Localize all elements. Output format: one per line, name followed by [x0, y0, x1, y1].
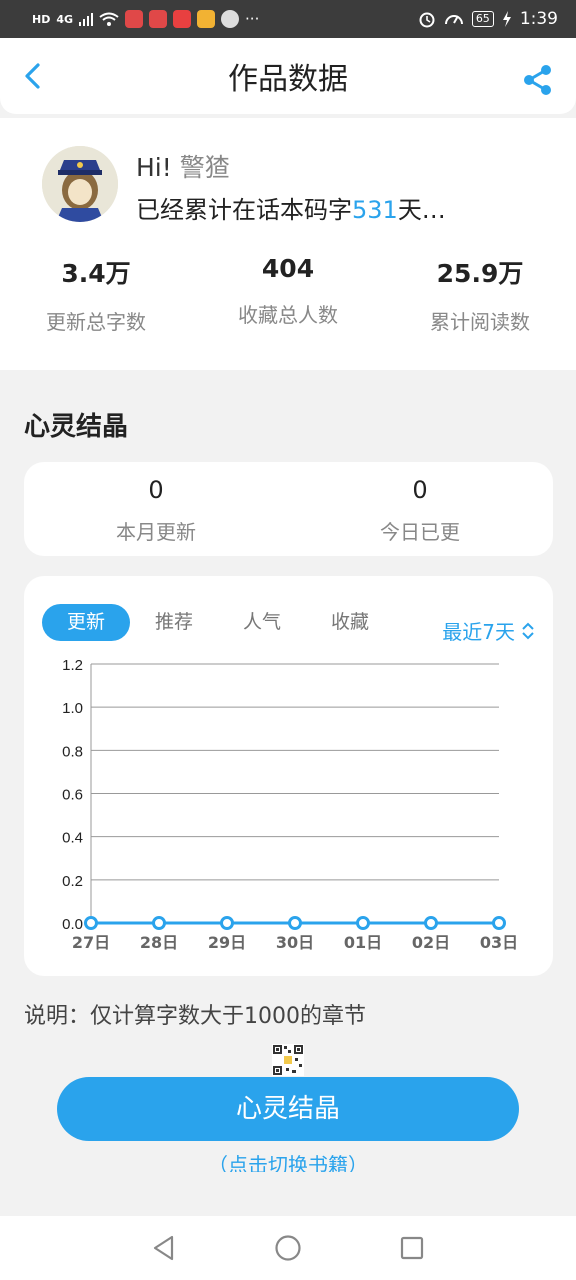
stat-value: 404	[261, 254, 315, 283]
data-point	[288, 916, 302, 930]
speedometer-icon	[444, 15, 463, 25]
app-notification-icon	[197, 10, 216, 28]
writing-streak: 已经累计在话本码字531天…	[136, 190, 446, 225]
data-point	[356, 916, 370, 930]
y-tick-label: 0.4	[62, 830, 83, 847]
x-tick-label: 02日	[412, 933, 450, 952]
counter-monthly-updates: 0 本月更新	[24, 462, 288, 556]
user-name: 警猹	[179, 153, 230, 182]
stat-value: 25.9万	[436, 259, 524, 288]
stat-total-words: 3.4万 更新总字数	[0, 254, 192, 335]
counter-label: 今日已更	[380, 520, 460, 544]
streak-days: 531	[352, 196, 398, 224]
streak-suffix: 天…	[397, 196, 446, 224]
y-tick-label: 0.6	[62, 787, 83, 804]
data-point	[84, 916, 98, 930]
stat-total-reads: 25.9万 累计阅读数	[384, 254, 576, 335]
hd-indicator: HD	[32, 12, 51, 26]
network-indicator: 4G	[56, 12, 74, 26]
y-tick-label: 1.0	[62, 700, 83, 717]
y-tick-label: 1.2	[62, 657, 83, 674]
counter-label: 本月更新	[116, 520, 196, 544]
share-icon[interactable]	[522, 64, 554, 96]
top-nav-bar: 作品数据	[0, 38, 576, 114]
back-triangle-icon[interactable]	[150, 1234, 178, 1262]
tab-recommend[interactable]: 推荐	[130, 604, 218, 641]
status-right: 65 1:39	[418, 9, 558, 29]
app-notification-icon	[221, 10, 240, 28]
battery-indicator: 65	[471, 11, 494, 27]
stat-label: 累计阅读数	[430, 310, 530, 334]
range-label: 最近7天	[442, 620, 515, 644]
update-counter-card: 0 本月更新 0 今日已更	[24, 462, 553, 556]
recents-square-icon[interactable]	[398, 1234, 426, 1262]
wifi-icon	[99, 12, 119, 26]
note-text: 说明：仅计算字数大于1000的章节	[24, 1004, 366, 1029]
back-arrow-icon[interactable]	[18, 60, 50, 92]
avatar[interactable]	[42, 146, 118, 222]
data-point	[424, 916, 438, 930]
status-left: HD 4G ···	[32, 10, 259, 28]
tab-favorites[interactable]: 收藏	[306, 604, 394, 641]
switch-book-link[interactable]: （点击切换书籍）	[0, 1150, 576, 1172]
range-selector[interactable]: 最近7天	[442, 616, 535, 645]
status-bar: HD 4G ··· 65 1:39	[0, 0, 576, 38]
home-circle-icon[interactable]	[274, 1234, 302, 1262]
x-tick-label: 29日	[208, 933, 246, 952]
profile-card: Hi! 警猹 已经累计在话本码字531天… 3.4万 更新总字数 404 收藏总人…	[0, 118, 576, 370]
counter-value: 0	[148, 476, 164, 504]
system-nav-bar	[0, 1216, 576, 1280]
stat-total-favorites: 404 收藏总人数	[192, 254, 384, 335]
data-point	[152, 916, 166, 930]
alarm-icon	[419, 12, 435, 28]
streak-prefix: 已经累计在话本码字	[136, 196, 352, 224]
crystal-button[interactable]: 心灵结晶	[57, 1077, 519, 1141]
stat-label: 更新总字数	[46, 310, 146, 334]
qr-code-icon	[272, 1044, 304, 1076]
x-tick-label: 01日	[344, 933, 382, 952]
data-point	[220, 916, 234, 930]
greeting-text: Hi!	[136, 153, 172, 182]
more-notifications-icon: ···	[245, 10, 260, 28]
greeting-line: Hi! 警猹	[136, 148, 230, 184]
y-tick-label: 0.2	[62, 873, 83, 890]
signal-icon	[79, 13, 94, 26]
police-cat-avatar-icon	[42, 146, 118, 222]
app-notification-icon	[173, 10, 192, 28]
stats-row: 3.4万 更新总字数 404 收藏总人数 25.9万 累计阅读数	[0, 254, 576, 335]
y-tick-label: 0.0	[62, 916, 83, 933]
clock: 1:39	[519, 9, 558, 29]
sort-chevrons-icon	[522, 622, 534, 639]
tab-popularity[interactable]: 人气	[218, 604, 306, 641]
chart-card: 0.0 0.2 0.4 0.6 0.8 1.0 1.2 27日 28日 29日 30日 01日 02日 0…	[24, 576, 553, 976]
page-title: 作品数据	[228, 62, 348, 97]
chart-tabs: 更新 推荐 人气 收藏	[42, 604, 394, 641]
x-tick-label: 27日	[72, 933, 110, 952]
tab-updates[interactable]: 更新	[42, 604, 130, 641]
data-point	[492, 916, 506, 930]
x-tick-label: 03日	[480, 933, 518, 952]
app-notification-icon	[149, 10, 168, 28]
counter-today-updates: 0 今日已更	[288, 462, 552, 556]
stat-label: 收藏总人数	[238, 303, 338, 327]
section-title: 心灵结晶	[24, 412, 129, 442]
app-notification-icon	[125, 10, 144, 28]
y-tick-label: 0.8	[62, 743, 83, 760]
x-tick-label: 30日	[276, 933, 314, 952]
x-tick-label: 28日	[140, 933, 178, 952]
counter-value: 0	[412, 476, 428, 504]
charging-icon	[502, 11, 511, 27]
stat-value: 3.4万	[61, 259, 131, 288]
